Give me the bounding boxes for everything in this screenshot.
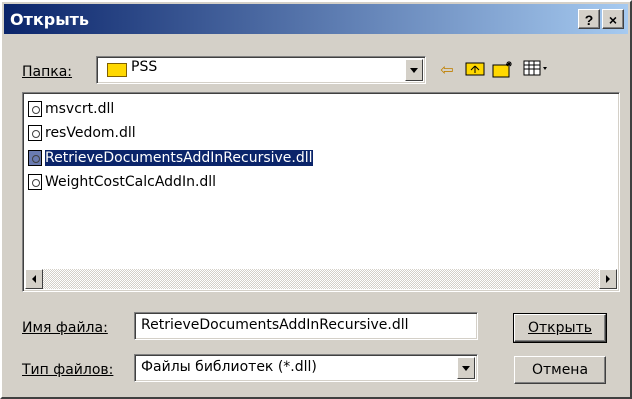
filetype-value: Файлы библиотек (*.dll) [141, 359, 317, 375]
open-button[interactable]: Открыть [513, 313, 607, 343]
lookin-combo[interactable]: PSS [96, 56, 426, 84]
dll-file-icon [28, 125, 42, 141]
dll-file-icon [28, 174, 42, 190]
horizontal-scrollbar[interactable] [25, 269, 617, 289]
filetype-label-text: Тип файлов: [22, 362, 114, 378]
open-button-label: Открыть [528, 320, 592, 336]
list-item[interactable]: resVedom.dll [28, 123, 136, 143]
view-menu-icon [523, 60, 547, 76]
triangle-left-icon [32, 275, 36, 283]
new-folder-button[interactable] [492, 60, 514, 82]
folder-up-icon [465, 62, 485, 76]
list-item-selected[interactable]: RetrieveDocumentsAddInRecursive.dll [28, 148, 314, 168]
arrow-left-icon: ⇦ [440, 62, 454, 79]
scroll-right-button[interactable] [599, 269, 617, 289]
cancel-button[interactable]: Отмена [514, 356, 606, 384]
file-list[interactable]: msvcrt.dll resVedom.dll RetrieveDocument… [22, 92, 620, 292]
open-dialog: Открыть ? × Папка: PSS ⇦ msvcrt.dll resV… [0, 0, 632, 399]
list-item[interactable]: msvcrt.dll [28, 99, 114, 119]
scroll-left-button[interactable] [25, 269, 43, 289]
file-name: msvcrt.dll [45, 101, 115, 117]
dll-file-icon [28, 101, 42, 117]
help-button[interactable]: ? [578, 9, 600, 29]
title-bar[interactable]: Открыть ? × [4, 4, 628, 34]
triangle-right-icon [606, 275, 610, 283]
window-title: Открыть [10, 10, 90, 29]
file-name: WeightCostCalcAddIn.dll [45, 174, 217, 190]
filename-value: RetrieveDocumentsAddInRecursive.dll [141, 317, 409, 333]
filename-label-text: Имя файла: [22, 320, 108, 336]
list-item[interactable]: WeightCostCalcAddIn.dll [28, 172, 216, 192]
close-button[interactable]: × [602, 9, 624, 29]
chevron-down-icon [462, 366, 470, 371]
folder-icon [107, 63, 127, 77]
filetype-label: Тип файлов: [22, 362, 113, 378]
lookin-label-text: Папка: [22, 64, 73, 80]
filename-label: Имя файла: [22, 320, 108, 336]
back-button[interactable]: ⇦ [436, 60, 458, 82]
file-name: resVedom.dll [45, 125, 136, 141]
filetype-combo[interactable]: Файлы библиотек (*.dll) [134, 354, 478, 382]
lookin-dropdown-button[interactable] [405, 59, 423, 81]
filetype-dropdown-button[interactable] [457, 357, 475, 379]
lookin-label: Папка: [22, 64, 72, 80]
file-name: RetrieveDocumentsAddInRecursive.dll [44, 149, 314, 167]
view-menu-button[interactable] [522, 60, 552, 82]
chevron-down-icon [410, 68, 418, 73]
dll-file-icon [28, 150, 42, 166]
lookin-folder: PSS [131, 59, 158, 75]
new-folder-icon [492, 61, 512, 78]
filename-input[interactable]: RetrieveDocumentsAddInRecursive.dll [134, 312, 478, 340]
up-folder-button[interactable] [464, 60, 486, 82]
